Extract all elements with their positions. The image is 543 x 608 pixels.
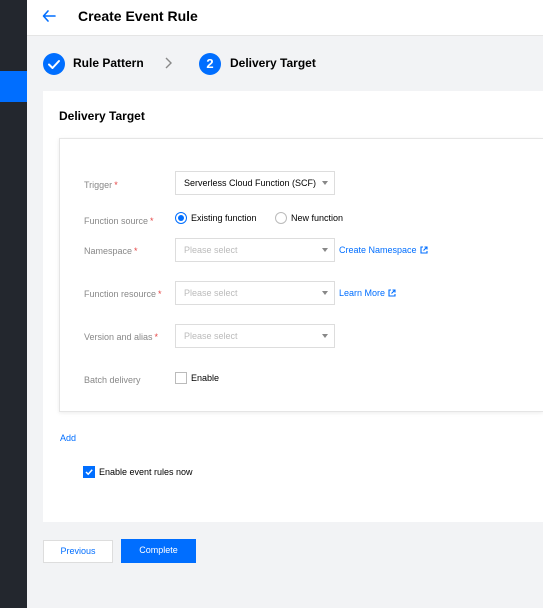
- add-link[interactable]: Add: [60, 433, 76, 443]
- existing-function-label[interactable]: Existing function: [191, 213, 257, 223]
- new-function-radio[interactable]: [275, 212, 287, 224]
- caret-down-icon: [322, 181, 328, 185]
- function-resource-select[interactable]: Please select: [175, 281, 335, 305]
- learn-more-link[interactable]: Learn More: [339, 288, 396, 298]
- step-indicator: Rule Pattern 2 Delivery Target: [27, 37, 543, 91]
- namespace-label: Namespace *: [84, 246, 138, 256]
- card-title: Delivery Target: [59, 109, 145, 123]
- function-source-label: Function source *: [84, 216, 154, 226]
- trigger-label: Trigger *: [84, 180, 118, 190]
- batch-delivery-checkbox[interactable]: [175, 372, 187, 384]
- checkmark-icon: [85, 469, 93, 476]
- back-arrow-icon[interactable]: [41, 7, 57, 25]
- previous-button[interactable]: Previous: [43, 540, 113, 563]
- batch-delivery-enable-label[interactable]: Enable: [191, 373, 219, 383]
- check-icon: [43, 53, 65, 75]
- complete-button[interactable]: Complete: [121, 539, 196, 563]
- external-link-icon: [419, 246, 428, 254]
- sidebar-active-item[interactable]: [0, 71, 27, 102]
- delivery-target-card: Delivery Target Trigger * Serverless Clou…: [43, 91, 543, 522]
- header: Create Event Rule: [27, 0, 543, 36]
- enable-now-label[interactable]: Enable event rules now: [99, 467, 193, 477]
- function-resource-label: Function resource *: [84, 289, 162, 299]
- version-alias-label: Version and alias *: [84, 332, 159, 342]
- existing-function-radio[interactable]: [175, 212, 187, 224]
- enable-now-checkbox[interactable]: [83, 466, 95, 478]
- external-link-icon: [388, 289, 396, 297]
- step-2-label: Delivery Target: [230, 56, 316, 70]
- create-namespace-link[interactable]: Create Namespace: [339, 245, 428, 255]
- step-2-number: 2: [199, 53, 221, 75]
- caret-down-icon: [322, 248, 328, 252]
- new-function-label[interactable]: New function: [291, 213, 343, 223]
- target-form: Trigger * Serverless Cloud Function (SCF)…: [59, 138, 543, 412]
- caret-down-icon: [322, 291, 328, 295]
- batch-delivery-label: Batch delivery: [84, 375, 141, 385]
- step-1-label: Rule Pattern: [73, 56, 144, 70]
- caret-down-icon: [322, 334, 328, 338]
- chevron-right-icon: [165, 57, 172, 69]
- page-title: Create Event Rule: [78, 8, 198, 24]
- trigger-select[interactable]: Serverless Cloud Function (SCF): [175, 171, 335, 195]
- sidebar: [0, 0, 27, 608]
- version-alias-select[interactable]: Please select: [175, 324, 335, 348]
- namespace-select[interactable]: Please select: [175, 238, 335, 262]
